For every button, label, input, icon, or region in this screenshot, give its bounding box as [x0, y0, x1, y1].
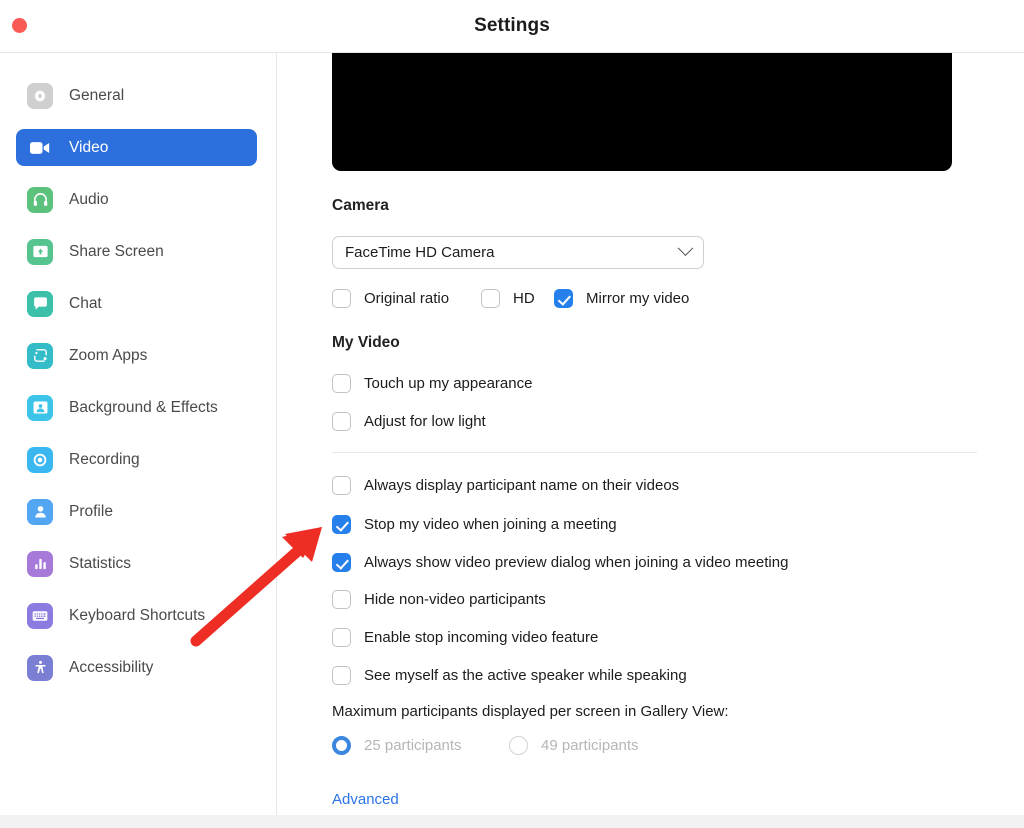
checkbox-label: Always display participant name on their… — [364, 477, 680, 494]
checkbox-label: Adjust for low light — [364, 413, 486, 430]
title-bar: Settings — [0, 0, 1024, 53]
checkbox-stop-my-video-when-joining[interactable]: Stop my video when joining a meeting — [332, 515, 617, 534]
radio-49-participants[interactable]: 49 participants — [509, 736, 639, 755]
checkbox-box — [332, 553, 351, 572]
checkbox-box — [332, 666, 351, 685]
checkbox-label: Stop my video when joining a meeting — [364, 516, 617, 533]
video-preview — [332, 53, 952, 171]
sidebar-item-video[interactable]: Video — [16, 129, 257, 166]
share-screen-icon — [27, 238, 53, 265]
headphones-icon — [27, 186, 53, 213]
sidebar-item-label: Statistics — [69, 554, 132, 572]
keyboard-icon — [27, 602, 53, 629]
camera-select-value: FaceTime HD Camera — [345, 244, 495, 261]
bottom-strip — [0, 815, 1024, 828]
sidebar-item-label: General — [69, 86, 125, 104]
checkbox-touch-up-my-appearance[interactable]: Touch up my appearance — [332, 374, 532, 393]
checkbox-label: See myself as the active speaker while s… — [364, 667, 687, 684]
checkbox-always-display-participant-name[interactable]: Always display participant name on their… — [332, 476, 679, 495]
checkbox-always-show-video-preview-dialog[interactable]: Always show video preview dialog when jo… — [332, 553, 788, 572]
camera-select[interactable]: FaceTime HD Camera — [332, 236, 704, 269]
gear-icon — [27, 82, 53, 109]
sidebar-item-label: Keyboard Shortcuts — [69, 606, 206, 624]
checkbox-label: Always show video preview dialog when jo… — [364, 554, 789, 571]
profile-icon — [27, 498, 53, 525]
radio-label: 25 participants — [364, 737, 462, 754]
checkbox-box — [332, 289, 351, 308]
video-settings-panel: Camera FaceTime HD Camera Original ratio… — [278, 53, 1024, 815]
checkbox-label: Mirror my video — [586, 290, 690, 307]
sidebar-item-label: Chat — [69, 294, 102, 312]
checkbox-box — [332, 515, 351, 534]
sidebar-item-background-effects[interactable]: Background & Effects — [16, 389, 257, 426]
sidebar-item-chat[interactable]: Chat — [16, 285, 257, 322]
video-camera-icon — [27, 135, 53, 161]
checkbox-box — [332, 628, 351, 647]
statistics-icon — [27, 550, 53, 577]
checkbox-box — [481, 289, 500, 308]
sidebar-item-label: Recording — [69, 450, 140, 468]
camera-section-title: Camera — [332, 197, 389, 214]
sidebar-item-label: Accessibility — [69, 658, 154, 676]
sidebar-item-keyboard-shortcuts[interactable]: Keyboard Shortcuts — [16, 597, 257, 634]
checkbox-see-myself-as-active-speaker[interactable]: See myself as the active speaker while s… — [332, 666, 687, 685]
sidebar-item-share-screen[interactable]: Share Screen — [16, 233, 257, 270]
checkbox-box — [332, 590, 351, 609]
checkbox-label: Hide non-video participants — [364, 591, 546, 608]
checkbox-mirror-my-video[interactable]: Mirror my video — [554, 289, 689, 308]
sidebar-item-statistics[interactable]: Statistics — [16, 545, 257, 582]
checkbox-original-ratio[interactable]: Original ratio — [332, 289, 449, 308]
checkbox-box — [332, 412, 351, 431]
gallery-view-label: Maximum participants displayed per scree… — [332, 703, 729, 720]
checkbox-label: HD — [513, 290, 535, 307]
sidebar-item-label: Audio — [69, 190, 109, 208]
settings-window: Settings General Video Audio Share Scree… — [0, 0, 1024, 828]
chat-bubble-icon — [27, 290, 53, 317]
checkbox-hd[interactable]: HD — [481, 289, 535, 308]
sidebar-item-audio[interactable]: Audio — [16, 181, 257, 218]
settings-sidebar: General Video Audio Share Screen Chat Zo… — [0, 53, 277, 815]
advanced-link[interactable]: Advanced — [332, 791, 399, 808]
section-divider — [332, 452, 977, 453]
sidebar-item-recording[interactable]: Recording — [16, 441, 257, 478]
recording-icon — [27, 446, 53, 473]
zoom-apps-icon — [27, 342, 53, 369]
checkbox-adjust-for-low-light[interactable]: Adjust for low light — [332, 412, 486, 431]
sidebar-item-label: Background & Effects — [69, 398, 218, 416]
sidebar-item-label: Video — [69, 138, 109, 156]
radio-25-participants[interactable]: 25 participants — [332, 736, 462, 755]
checkbox-hide-non-video-participants[interactable]: Hide non-video participants — [332, 590, 546, 609]
checkbox-label: Enable stop incoming video feature — [364, 629, 599, 646]
sidebar-item-label: Profile — [69, 502, 113, 520]
sidebar-item-profile[interactable]: Profile — [16, 493, 257, 530]
radio-button — [332, 736, 351, 755]
sidebar-item-zoom-apps[interactable]: Zoom Apps — [16, 337, 257, 374]
sidebar-item-accessibility[interactable]: Accessibility — [16, 649, 257, 686]
background-effects-icon — [27, 394, 53, 421]
sidebar-item-label: Share Screen — [69, 242, 164, 260]
radio-button — [509, 736, 528, 755]
checkbox-label: Touch up my appearance — [364, 375, 533, 392]
checkbox-box — [332, 374, 351, 393]
page-title: Settings — [474, 15, 550, 36]
sidebar-item-general[interactable]: General — [16, 77, 257, 114]
checkbox-label: Original ratio — [364, 290, 450, 307]
radio-label: 49 participants — [541, 737, 639, 754]
my-video-section-title: My Video — [332, 334, 400, 351]
checkbox-box — [332, 476, 351, 495]
chevron-down-icon — [677, 240, 694, 257]
checkbox-box — [554, 289, 573, 308]
checkbox-enable-stop-incoming-video[interactable]: Enable stop incoming video feature — [332, 628, 598, 647]
sidebar-item-label: Zoom Apps — [69, 346, 148, 364]
accessibility-icon — [27, 654, 53, 681]
